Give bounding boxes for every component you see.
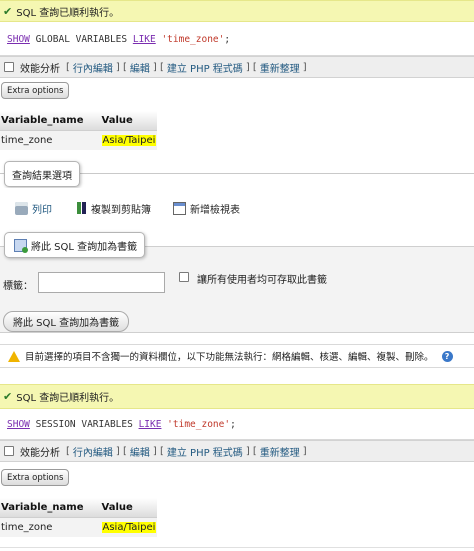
column-header-variable-name[interactable]: Variable_name: [0, 498, 85, 518]
cell-variable-name[interactable]: time_zone: [0, 130, 85, 150]
notice-text: 目前選擇的項目不含獨一的資料欄位，以下功能無法執行：網格編輯、核選、編輯、複製、…: [25, 352, 434, 363]
sql-end: ;: [224, 33, 231, 45]
success-message: ✔ SQL 查詢已順利執行。: [0, 0, 474, 22]
warning-icon: [8, 350, 20, 362]
edit-link[interactable]: 編輯: [130, 444, 150, 459]
create-view-action[interactable]: 新增檢視表: [173, 201, 240, 216]
bookmark-label-input[interactable]: [38, 272, 165, 293]
sql-string: 'time_zone': [161, 419, 231, 430]
results-table: Variable_name Value time_zone Asia/Taipe…: [0, 498, 158, 537]
bookmark-icon: [14, 238, 28, 253]
query-results-operations-legend: 查詢結果選項: [4, 161, 80, 187]
column-header-value[interactable]: Value: [84, 498, 158, 518]
success-text: SQL 查詢已順利執行。: [16, 393, 120, 404]
copy-to-clipboard-action[interactable]: 複製到剪貼簿: [77, 201, 151, 216]
create-php-link[interactable]: 建立 PHP 程式碼: [167, 444, 243, 459]
sql-query-display[interactable]: SHOW SESSION VARIABLES LIKE 'time_zone';: [0, 410, 474, 440]
share-bookmark-label: 讓所有使用者均可存取此書籤: [197, 275, 327, 286]
column-header-value[interactable]: Value: [84, 111, 158, 131]
bottom-divider: [0, 547, 474, 548]
refresh-link[interactable]: 重新整理: [260, 60, 300, 75]
print-icon: [15, 201, 28, 215]
sql-keyword[interactable]: SHOW: [7, 34, 30, 45]
sql-text: SESSION VARIABLES: [29, 419, 139, 430]
bookmark-label-field-label: 標籤：: [3, 281, 33, 292]
create-php-link[interactable]: 建立 PHP 程式碼: [167, 60, 243, 75]
value-highlight: Asia/Taipei: [101, 134, 157, 146]
sql-query-display[interactable]: SHOW GLOBAL VARIABLES LIKE 'time_zone';: [0, 23, 474, 56]
bookmark-legend-text: 將此 SQL 查詢加為書籤: [31, 241, 138, 253]
sql-end: ;: [230, 419, 236, 430]
table-row: time_zone Asia/Taipei: [0, 517, 158, 537]
sql-keyword[interactable]: SHOW: [7, 419, 30, 430]
success-text: SQL 查詢已順利執行。: [16, 7, 120, 19]
print-label: 列印: [32, 204, 52, 216]
notice-bar: 目前選擇的項目不含獨一的資料欄位，以下功能無法執行：網格編輯、核選、編輯、複製、…: [0, 344, 474, 368]
profiling-label: 效能分析: [20, 447, 60, 459]
value-highlight: Asia/Taipei: [101, 521, 157, 533]
extra-options-button[interactable]: Extra options: [1, 82, 70, 99]
refresh-link[interactable]: 重新整理: [260, 444, 300, 459]
sql-text: GLOBAL VARIABLES: [29, 33, 133, 45]
help-icon[interactable]: ?: [441, 350, 453, 362]
success-message: ✔ SQL 查詢已順利執行。: [0, 384, 474, 409]
extra-options-button[interactable]: Extra options: [1, 469, 70, 486]
cell-value[interactable]: Asia/Taipei: [84, 130, 158, 150]
table-row: time_zone Asia/Taipei: [0, 130, 158, 150]
success-check-icon: ✔: [3, 4, 13, 18]
cell-value[interactable]: Asia/Taipei: [84, 517, 158, 537]
results-table: Variable_name Value time_zone Asia/Taipe…: [0, 111, 158, 150]
inline-edit-link[interactable]: 行內編輯: [73, 60, 113, 75]
bookmark-submit-button[interactable]: 將此 SQL 查詢加為書籤: [3, 311, 130, 332]
create-view-icon: [173, 201, 186, 215]
sql-keyword[interactable]: LIKE: [139, 419, 162, 430]
cell-variable-name[interactable]: time_zone: [0, 517, 85, 537]
copy-icon: [77, 202, 81, 214]
query-options-bar: 效能分析 [ 行內編輯 ] [ 編輯 ] [ 建立 PHP 程式碼 ] [ 重新…: [0, 56, 474, 78]
edit-link[interactable]: 編輯: [130, 60, 150, 75]
sql-keyword[interactable]: LIKE: [133, 34, 156, 45]
print-action[interactable]: 列印: [15, 201, 52, 216]
query-options-bar: 效能分析 [ 行內編輯 ] [ 編輯 ] [ 建立 PHP 程式碼 ] [ 重新…: [0, 440, 474, 462]
success-check-icon: ✔: [3, 390, 13, 403]
query-results-operations: 列印 複製到剪貼簿 新增檢視表: [0, 188, 474, 228]
profiling-label: 效能分析: [20, 63, 60, 75]
share-bookmark-checkbox[interactable]: [179, 272, 189, 282]
profiling-checkbox[interactable]: [4, 446, 14, 456]
copy-label: 複製到剪貼簿: [91, 204, 151, 216]
column-header-variable-name[interactable]: Variable_name: [0, 111, 85, 131]
profiling-checkbox[interactable]: [4, 62, 14, 72]
bookmark-legend: 將此 SQL 查詢加為書籤: [4, 232, 146, 258]
inline-edit-link[interactable]: 行內編輯: [73, 444, 113, 459]
sql-string: 'time_zone': [155, 33, 225, 45]
create-view-label: 新增檢視表: [190, 204, 240, 216]
